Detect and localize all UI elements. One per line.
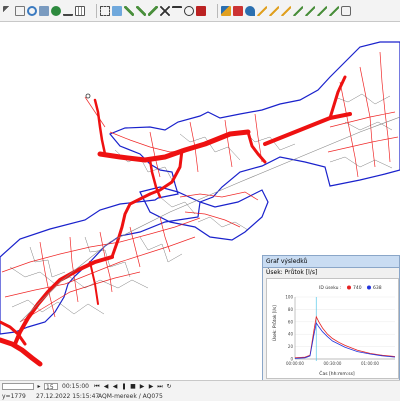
settings-icon[interactable] (341, 5, 351, 16)
arrow-add-icon[interactable] (221, 5, 231, 16)
y-axis-label: Úsek: Průtok [l/s] (272, 305, 277, 341)
undo-icon[interactable] (184, 5, 194, 16)
delete-icon[interactable] (196, 5, 206, 16)
legend-title: ID úseku : (319, 284, 341, 291)
status-bar: ▸ 15 00:15:00 ⏮ ◀ ◀ ❚ ■ ▶ ▶ ⏭ ↻ y=1779 2… (0, 380, 400, 401)
y-tick-label: 60 (288, 319, 294, 324)
step-back-icon[interactable]: ◀ (102, 383, 110, 391)
playback-controls: ▸ 15 00:15:00 ⏮ ◀ ◀ ❚ ■ ▶ ▶ ⏭ ↻ (0, 383, 400, 392)
skip-end-icon[interactable]: ⏭ (156, 383, 164, 391)
skip-start-icon[interactable]: ⏮ (93, 383, 101, 391)
toolbar-group-edit (100, 5, 208, 16)
status-coords: y=1779 (2, 393, 26, 400)
marker-icon[interactable] (245, 5, 255, 16)
move-icon[interactable] (112, 5, 122, 16)
profile-icon[interactable] (305, 5, 315, 16)
zoom-icon[interactable] (27, 5, 37, 16)
result-chart-title: Graf výsledků (263, 256, 399, 268)
legend-740-marker (347, 285, 351, 290)
x-tick-label: 00:30:00 (324, 361, 342, 366)
step-forward-icon[interactable]: ▶ (147, 383, 155, 391)
caret-up-icon[interactable] (172, 5, 182, 16)
profile-icon[interactable] (329, 5, 339, 16)
step-field[interactable] (2, 383, 34, 390)
time-value[interactable]: 00:15:00 (61, 383, 89, 390)
status-datetime: 27.12.2022 15:15:47 (36, 393, 100, 400)
fit-icon[interactable] (39, 5, 49, 16)
split-icon[interactable] (136, 5, 146, 16)
chart-series (294, 315, 396, 359)
legend-740-label: 740 (353, 285, 362, 291)
legend-638-marker (367, 285, 371, 290)
series-line-740 (294, 315, 396, 359)
profile-icon[interactable] (257, 5, 267, 16)
toolbar-group-analysis (221, 5, 353, 16)
result-plot-svg: ID úseku : 740 638 Úsek: Průtok [l/s] Ča… (272, 284, 396, 377)
play-icon[interactable]: ▸ (35, 383, 43, 391)
step-value[interactable]: 15 (44, 383, 58, 391)
profile-icon[interactable] (281, 5, 291, 16)
legend-638-label: 638 (373, 285, 382, 291)
join-icon[interactable] (148, 5, 158, 16)
profile-icon[interactable] (269, 5, 279, 16)
arrow-icon[interactable] (3, 5, 13, 16)
toolbar-separator (96, 3, 97, 18)
x-tick-label: 01:00:00 (361, 361, 379, 366)
result-plot-area: ID úseku : 740 638 Úsek: Průtok [l/s] Ča… (266, 278, 399, 379)
result-chart-window[interactable]: Graf výsledků Úsek: Průtok [l/s] ID úsek… (262, 255, 400, 381)
profile-icon[interactable] (293, 5, 303, 16)
status-project: AQM-mereek / AQ075 (98, 393, 163, 400)
rewind-icon[interactable]: ◀ (111, 383, 119, 391)
flag-icon[interactable] (233, 5, 243, 16)
pencil-icon[interactable] (124, 5, 134, 16)
node-icon[interactable] (51, 5, 61, 16)
profile-icon[interactable] (317, 5, 327, 16)
grid-icon[interactable] (75, 5, 85, 16)
select-icon[interactable] (100, 5, 110, 16)
main-toolbar (0, 0, 400, 22)
cross-icon[interactable] (160, 5, 170, 16)
x-tick-label: 00:00:00 (286, 361, 304, 366)
toolbar-group-file (3, 5, 87, 16)
y-tick-label: 100 (285, 295, 293, 300)
status-info: y=1779 27.12.2022 15:15:47 AQM-mereek / … (0, 393, 400, 400)
stop-icon[interactable]: ■ (129, 383, 137, 391)
pipe-icon[interactable] (63, 6, 73, 16)
y-tick-label: 20 (288, 344, 294, 349)
y-tick-label: 80 (288, 307, 294, 312)
play-forward-icon[interactable]: ▶ (138, 383, 146, 391)
pause-icon[interactable]: ❚ (120, 383, 128, 391)
loop-icon[interactable]: ↻ (165, 383, 173, 391)
y-tick-label: 40 (288, 332, 294, 337)
x-axis-label: Čas [hh:mm:ss] (319, 370, 355, 377)
network-map[interactable]: Graf výsledků Úsek: Průtok [l/s] ID úsek… (0, 22, 400, 381)
source-node (85, 93, 91, 99)
toolbar-separator (217, 3, 218, 18)
pan-icon[interactable] (15, 5, 25, 16)
result-chart-tab[interactable]: Úsek: Průtok [l/s] (266, 269, 317, 276)
